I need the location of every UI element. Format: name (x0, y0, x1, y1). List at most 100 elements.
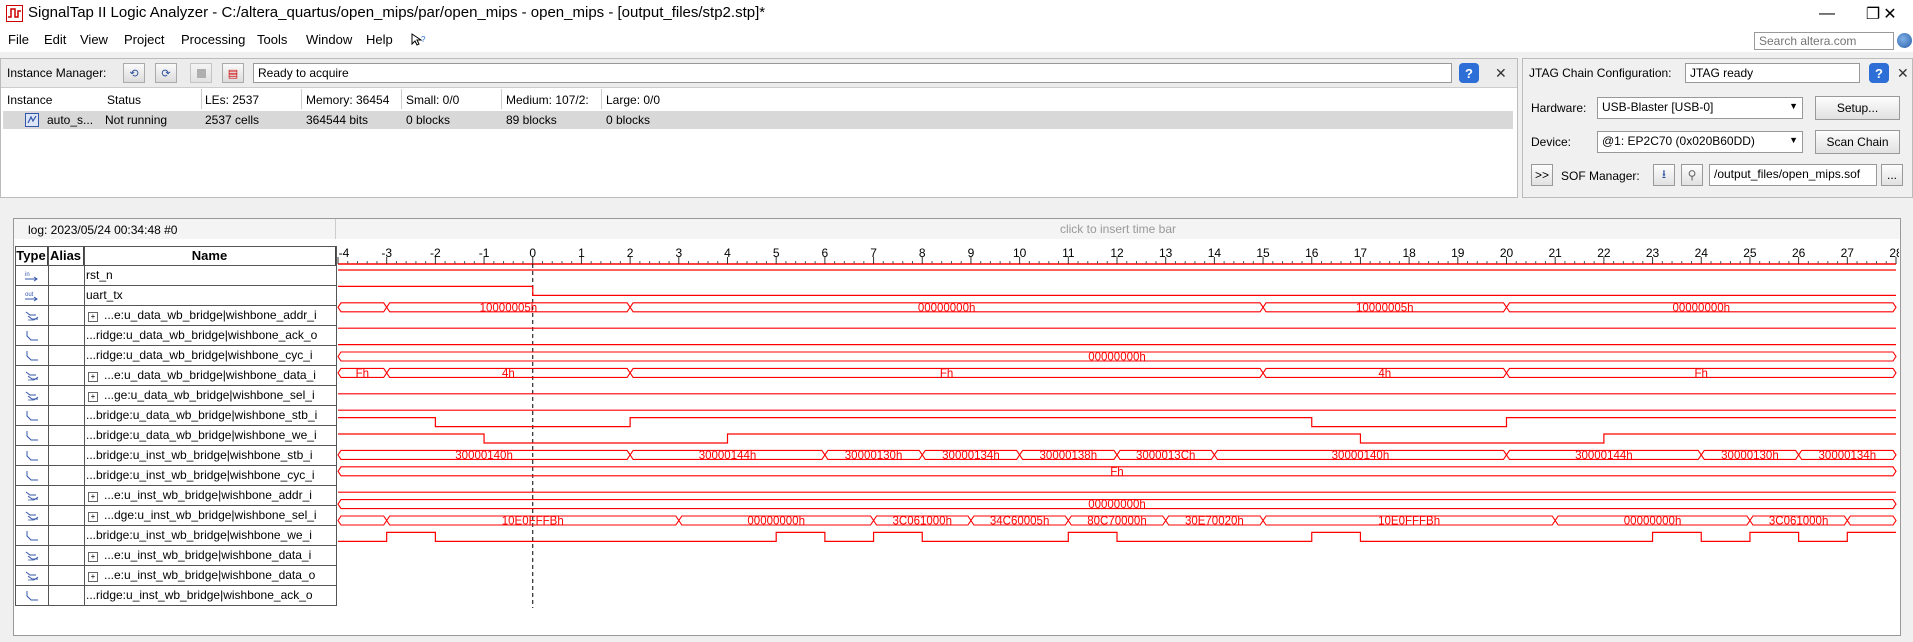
signal-name[interactable]: uart_tx (86, 285, 334, 305)
digital-waveform (338, 433, 1896, 444)
bus-value-label: 4h (502, 368, 515, 380)
bus-node-icon (24, 369, 40, 383)
time-tick-label: 26 (1792, 246, 1806, 260)
expand-bus-icon[interactable]: + (88, 492, 98, 502)
bus-value-label: 30000134h (1819, 450, 1877, 462)
globe-icon[interactable] (1897, 33, 1912, 48)
signal-name[interactable]: ...e:u_inst_wb_bridge|wishbone_addr_i (104, 485, 334, 505)
program-device-button[interactable]: ⭳ (1653, 164, 1675, 186)
menu-window[interactable]: Window (306, 32, 352, 47)
time-tick-label: 11 (1062, 246, 1075, 260)
signal-name[interactable]: ...ridge:u_data_wb_bridge|wishbone_ack_o (86, 325, 334, 345)
bus-value-label: 30000134h (942, 450, 1000, 462)
jtag-close-button[interactable]: ✕ (1897, 65, 1909, 82)
menu-file[interactable]: File (8, 32, 29, 47)
col-large[interactable]: Large: 0/0 (606, 93, 660, 107)
time-tick-label: 20 (1500, 246, 1514, 260)
waveform-display[interactable]: -4 -3 -2 -1 0 1 2 3 4 5 6 7 8 9 10 11 12 13 14 15 16 17 18 19 20… (336, 246, 1899, 608)
hardware-select[interactable]: USB-Blaster [USB-0] ▼ (1597, 97, 1803, 119)
time-tick-label: 12 (1110, 246, 1124, 260)
minimize-button[interactable]: — (1804, 0, 1850, 28)
col-status[interactable]: Status (107, 93, 141, 107)
col-les[interactable]: LEs: 2537 (205, 93, 259, 107)
time-tick-label: 21 (1549, 246, 1563, 260)
col-memory[interactable]: Memory: 36454 (306, 93, 389, 107)
setup-button[interactable]: Setup... (1815, 96, 1900, 120)
device-select[interactable]: @1: EP2C70 (0x020B60DD) ▼ (1597, 131, 1803, 153)
sof-path-field[interactable]: /output_files/open_mips.sof (1709, 164, 1877, 186)
signal-name[interactable]: ...e:u_inst_wb_bridge|wishbone_data_i (104, 545, 334, 565)
time-tick-label: 6 (822, 246, 829, 260)
signal-name[interactable]: ...e:u_data_wb_bridge|wishbone_addr_i (104, 305, 334, 325)
svg-text:out: out (25, 292, 34, 298)
signal-name[interactable]: ...bridge:u_inst_wb_bridge|wishbone_cyc_… (86, 465, 334, 485)
menu-processing[interactable]: Processing (181, 32, 245, 47)
jtag-chain-panel: JTAG Chain Configuration: JTAG ready ? ✕… (1522, 58, 1913, 198)
col-alias[interactable]: Alias (48, 247, 84, 265)
expand-sof-button[interactable]: >> (1531, 164, 1553, 186)
col-medium[interactable]: Medium: 107/2: (506, 93, 598, 107)
bus-node-icon (24, 549, 40, 563)
node-icon (24, 349, 40, 363)
col-instance[interactable]: Instance (7, 93, 52, 107)
signal-name[interactable]: ...ge:u_data_wb_bridge|wishbone_sel_i (104, 385, 334, 405)
signal-name[interactable]: ...bridge:u_data_wb_bridge|wishbone_stb_… (86, 405, 334, 425)
help-icon: ? (1465, 65, 1473, 81)
run-icon: ⟳ (161, 67, 171, 80)
signal-name[interactable]: ...e:u_inst_wb_bridge|wishbone_data_o (104, 565, 334, 585)
bus-value-label: 30000144h (1575, 450, 1633, 462)
signaltap-app-icon (6, 5, 23, 22)
bus-value-label: Fh (1110, 466, 1123, 478)
stop-analysis-button[interactable] (190, 63, 212, 83)
col-small[interactable]: Small: 0/0 (406, 93, 459, 107)
signal-name[interactable]: rst_n (86, 265, 334, 285)
sof-manager-label: SOF Manager: (1561, 169, 1640, 183)
bus-value-label: 3C061000h (1769, 516, 1828, 528)
menu-project[interactable]: Project (124, 32, 164, 47)
expand-bus-icon[interactable]: + (88, 372, 98, 382)
col-type[interactable]: Type (15, 247, 48, 265)
instance-help-button[interactable]: ? (1459, 63, 1479, 83)
menu-edit[interactable]: Edit (44, 32, 66, 47)
menu-help[interactable]: Help (366, 32, 393, 47)
time-tick-label: 18 (1402, 246, 1416, 260)
signal-name[interactable]: ...bridge:u_data_wb_bridge|wishbone_we_i (86, 425, 334, 445)
run-analysis-button[interactable]: ⟳ (155, 63, 177, 83)
scan-chain-button[interactable]: Scan Chain (1815, 130, 1900, 154)
signal-name[interactable]: ...dge:u_inst_wb_bridge|wishbone_sel_i (104, 505, 334, 525)
signal-name[interactable]: ...ridge:u_data_wb_bridge|wishbone_cyc_i (86, 345, 334, 365)
insert-time-bar[interactable]: click to insert time bar (336, 219, 1900, 239)
attach-sof-button[interactable]: ⚲ (1681, 164, 1703, 186)
chevron-down-icon: ▼ (1789, 101, 1798, 111)
help-cursor-icon[interactable]: ? (410, 33, 426, 47)
menu-tools[interactable]: Tools (257, 32, 287, 47)
autorun-analysis-button[interactable]: ⟲ (123, 63, 145, 83)
signal-name[interactable]: ...bridge:u_inst_wb_bridge|wishbone_we_i (86, 525, 334, 545)
instance-close-button[interactable]: ✕ (1495, 65, 1507, 82)
menu-view[interactable]: View (80, 32, 108, 47)
signal-name[interactable]: ...e:u_data_wb_bridge|wishbone_data_i (104, 365, 334, 385)
read-data-button[interactable]: ▤ (222, 63, 244, 83)
bus-node-icon (24, 489, 40, 503)
jtag-help-button[interactable]: ? (1869, 63, 1889, 83)
bus-value-label: 30000144h (699, 450, 757, 462)
col-name[interactable]: Name (84, 247, 336, 265)
signal-name[interactable]: ...bridge:u_inst_wb_bridge|wishbone_stb_… (86, 445, 334, 465)
signal-name[interactable]: ...ridge:u_inst_wb_bridge|wishbone_ack_o (86, 585, 334, 605)
browse-sof-button[interactable]: ... (1881, 164, 1903, 186)
expand-bus-icon[interactable]: + (88, 392, 98, 402)
instance-row[interactable]: auto_s... Not running 2537 cells 364544 … (3, 111, 1513, 129)
expand-bus-icon[interactable]: + (88, 552, 98, 562)
bus-value-label: Fh (356, 368, 369, 380)
stop-icon (196, 68, 206, 78)
time-tick-label: 25 (1743, 246, 1757, 260)
bus-node-icon (24, 309, 40, 323)
expand-bus-icon[interactable]: + (88, 312, 98, 322)
expand-bus-icon[interactable]: + (88, 512, 98, 522)
instance-manager-label: Instance Manager: (7, 66, 107, 80)
acquisition-status: Ready to acquire (253, 63, 1452, 83)
expand-bus-icon[interactable]: + (88, 572, 98, 582)
close-window-button[interactable]: ✕ (1867, 0, 1913, 28)
bus-value-label: 00000000h (1088, 499, 1146, 511)
search-input[interactable] (1754, 32, 1894, 50)
